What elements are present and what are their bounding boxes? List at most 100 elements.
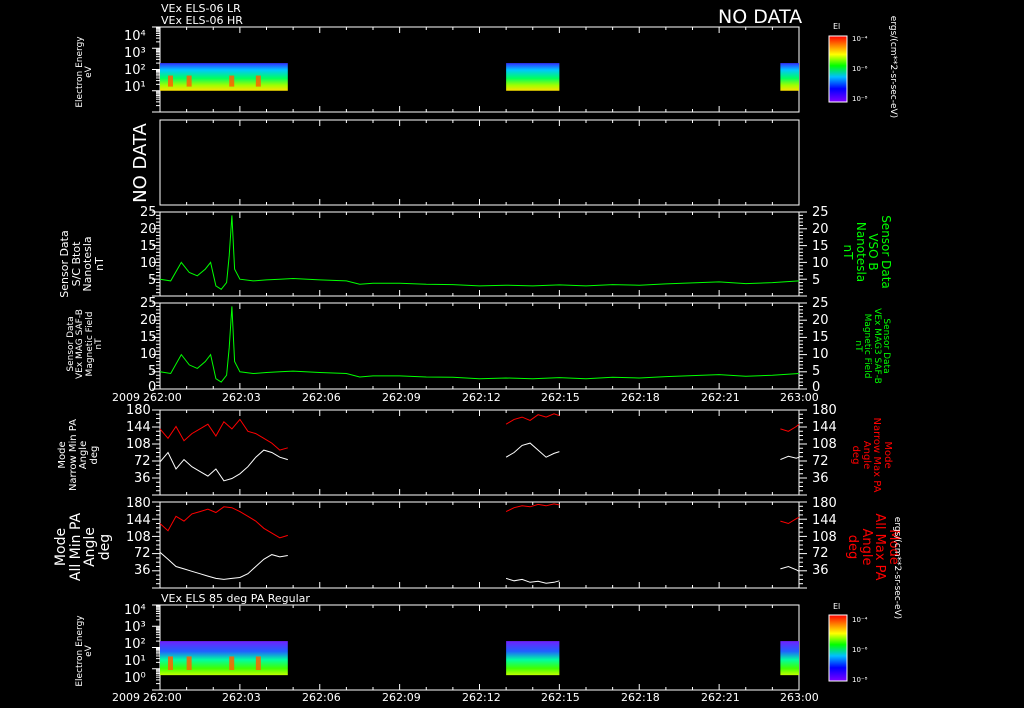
spec-bottom-tick-1e1: 10¹ — [124, 654, 146, 669]
pa2-tick-left-144: 144 — [126, 513, 151, 528]
spectrogram-block — [160, 641, 288, 676]
colorbar-top-units: ergs/(cm**2-sr-sec-eV) — [888, 15, 898, 119]
colorbar-top-tick-1: 10⁻⁴ — [852, 35, 868, 43]
time-tick-mid-0: 262:00 — [143, 391, 182, 404]
panel-frame-pa1 — [159, 409, 800, 496]
spectrogram-hotspot — [186, 75, 192, 87]
b1-tick-right-25: 25 — [812, 205, 829, 220]
time-tick-mid-2: 262:06 — [302, 391, 341, 404]
b2-tick-right-5: 5 — [812, 364, 821, 379]
series-line-pa1-min — [159, 449, 288, 482]
panel-frame-pa2 — [159, 501, 800, 589]
pa2-tick-right-108: 108 — [812, 530, 837, 545]
b1-tick-right-20: 20 — [812, 222, 829, 237]
spec-top-tick-1e2: 10² — [124, 63, 146, 78]
pa1-ylabel-right: Mode Narrow Max PA Angle deg — [850, 417, 894, 493]
pa2-tick-left-180: 180 — [126, 496, 151, 511]
pa2-tick-left-36: 36 — [134, 563, 151, 578]
colorbar-mid-units: ergs/(cm**2-sr-sec-eV) — [892, 516, 902, 620]
series-line-pa2-min — [159, 551, 288, 580]
b1-tick-right-10: 10 — [812, 256, 829, 271]
nodata-panel-label: NO DATA — [130, 123, 151, 203]
colorbar-top-tick-2: 10⁻⁶ — [852, 65, 868, 73]
series-line-pa2-max — [505, 503, 560, 513]
time-tick-bottom-0: 262:00 — [143, 691, 182, 704]
pa2-tick-right-144: 144 — [812, 513, 837, 528]
b2-tick-left-15: 15 — [140, 330, 157, 345]
pa2-ylabel-left: Mode All Min PA Angle deg — [53, 512, 114, 582]
pa1-tick-left-180: 180 — [126, 403, 151, 418]
spec-top-tick-1e1: 10¹ — [124, 80, 146, 95]
spec-bottom-tick-1e4: 10⁴ — [124, 603, 146, 618]
b1-tick-right-5: 5 — [812, 273, 821, 288]
time-tick-bottom-6: 262:18 — [621, 691, 660, 704]
pa1-tick-right-180: 180 — [812, 403, 837, 418]
pa1-tick-left-144: 144 — [126, 420, 151, 435]
series-line-b1 — [159, 215, 800, 290]
series-line-pa2-min — [505, 577, 560, 584]
pa1-ylabel-left: Mode Narrow Min PA Angle deg — [57, 418, 100, 492]
b1-tick-left-15: 15 — [140, 239, 157, 254]
b2-tick-right-25: 25 — [812, 296, 829, 311]
series-line-pa1-max — [780, 423, 800, 432]
time-tick-mid-7: 262:21 — [701, 391, 740, 404]
series-line-pa1-max — [159, 418, 288, 451]
time-tick-mid-8: 263:00 — [780, 391, 819, 404]
spec-top-ylabel: Electron Energy eV — [75, 36, 95, 108]
b2-ylabel-left: Sensor Data VEx MAG SAF-B Magnetic Field… — [66, 309, 105, 379]
spec-bottom-tick-1e2: 10² — [124, 637, 146, 652]
spectrogram-hotspot — [229, 75, 235, 87]
time-tick-bottom-2: 262:06 — [302, 691, 341, 704]
time-tick-mid-4: 262:12 — [462, 391, 501, 404]
spectrogram-block — [780, 63, 799, 91]
spec-bottom-tick-1e0: 10⁰ — [124, 671, 146, 686]
pa2-tick-left-72: 72 — [134, 546, 151, 561]
b2-tick-right-10: 10 — [812, 347, 829, 362]
time-tick-bottom-7: 262:21 — [701, 691, 740, 704]
pa1-tick-right-108: 108 — [812, 437, 837, 452]
pa2-tick-right-180: 180 — [812, 496, 837, 511]
pa2-tick-left-108: 108 — [126, 530, 151, 545]
b1-tick-left-25: 25 — [140, 205, 157, 220]
b2-tick-left-25: 25 — [140, 296, 157, 311]
b2-ylabel-right: Sensor Data VEx MAG3 SAF-B Magnetic Fiel… — [852, 308, 891, 384]
colorbar-bottom-tick-3: 10⁻⁸ — [852, 676, 868, 684]
time-tick-bottom-4: 262:12 — [462, 691, 501, 704]
b1-tick-left-5: 5 — [148, 273, 157, 288]
panel-frame-b2 — [159, 302, 800, 390]
colorbar-bottom-tick-2: 10⁻⁶ — [852, 646, 868, 654]
b2-tick-left-5: 5 — [148, 364, 157, 379]
b2-tick-left-20: 20 — [140, 313, 157, 328]
pa2-tick-right-72: 72 — [812, 546, 829, 561]
b2-tick-right-15: 15 — [812, 330, 829, 345]
b1-ylabel-right: Sensor Data VSO B Nanotesla nT — [841, 215, 893, 289]
series-line-b2 — [159, 306, 800, 383]
pa1-tick-right-72: 72 — [812, 454, 829, 469]
spec-top-tick-1e3: 10³ — [124, 46, 146, 61]
time-tick-mid-5: 262:15 — [541, 391, 580, 404]
spec-bottom-title: VEx ELS 85 deg PA Regular — [161, 592, 310, 605]
time-year-mid: 2009 — [112, 391, 140, 404]
series-line-pa2-max — [780, 516, 800, 525]
panel-frame-nodata — [159, 119, 800, 206]
b2-tick-left-10: 10 — [140, 347, 157, 362]
colorbar-bottom-title: El — [833, 602, 841, 611]
colorbar-top-tick-3: 10⁻⁸ — [852, 95, 868, 103]
spectrogram-hotspot — [186, 656, 192, 671]
header-line-1: VEx ELS-06 LR — [161, 2, 241, 15]
series-line-pa1-max — [505, 413, 560, 425]
pa2-tick-right-36: 36 — [812, 563, 829, 578]
b2-tick-right-20: 20 — [812, 313, 829, 328]
pa1-tick-left-36: 36 — [134, 471, 151, 486]
colorbar-bottom-tick-1: 10⁻⁴ — [852, 616, 868, 624]
colorbar-top-title: El — [833, 22, 841, 31]
pa1-tick-right-144: 144 — [812, 420, 837, 435]
spec-bottom-tick-1e3: 10³ — [124, 620, 146, 635]
spectrogram-hotspot — [255, 656, 261, 671]
pa1-tick-left-72: 72 — [134, 454, 151, 469]
time-tick-bottom-1: 262:03 — [222, 691, 261, 704]
series-line-pa1-min — [505, 442, 560, 458]
colorbar-top — [828, 35, 848, 103]
panel-frame-b1 — [159, 211, 800, 297]
no-data-header: NO DATA — [718, 6, 803, 28]
